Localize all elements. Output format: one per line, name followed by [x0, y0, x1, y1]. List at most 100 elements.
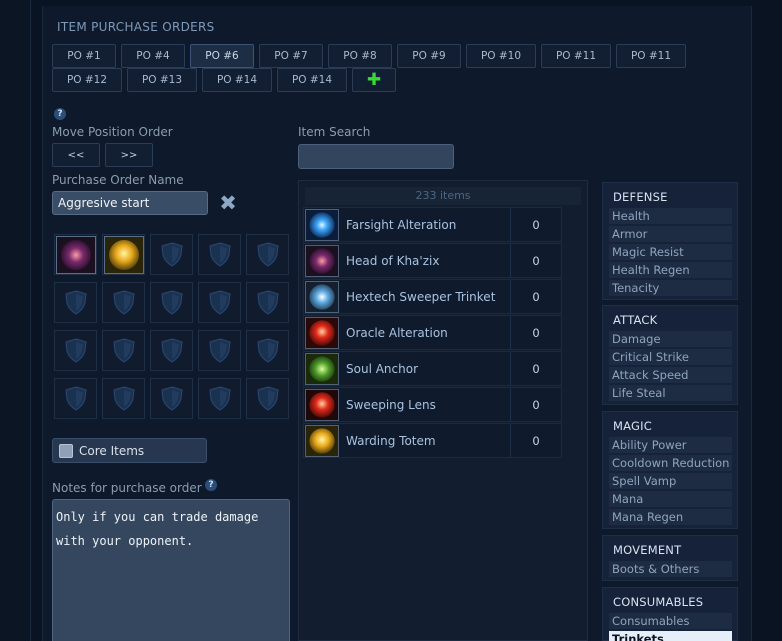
move-left-button[interactable]: <<	[52, 143, 100, 167]
item-quantity: 0	[532, 325, 540, 340]
empty-slot-shield-icon	[160, 338, 183, 363]
empty-slot-shield-icon	[256, 290, 279, 315]
item-row[interactable]: Farsight Alteration 0	[303, 207, 562, 242]
item-search-label: Item Search	[298, 125, 371, 139]
category-item[interactable]: Life Steal	[609, 385, 732, 401]
item-slot[interactable]	[246, 234, 289, 275]
item-name: Sweeping Lens	[339, 388, 511, 421]
empty-slot-shield-icon	[208, 386, 231, 411]
tab-po-11[interactable]: PO #11	[541, 44, 611, 68]
item-slot[interactable]	[246, 282, 289, 323]
item-slot[interactable]	[150, 282, 193, 323]
notes-textarea[interactable]: Only if you can trade damage with your o…	[52, 499, 290, 641]
item-slot[interactable]	[54, 330, 97, 371]
core-items-checkbox[interactable]	[59, 443, 73, 458]
empty-slot-shield-icon	[160, 386, 183, 411]
category-item[interactable]: Ability Power	[609, 437, 732, 453]
sweeping-lens-icon	[305, 388, 339, 421]
category-heading: CONSUMABLES	[613, 595, 704, 609]
item-slot[interactable]	[102, 378, 145, 419]
item-slot[interactable]	[102, 282, 145, 323]
warding-totem-icon	[305, 424, 339, 457]
category-item[interactable]: Damage	[609, 331, 732, 347]
po-name-input[interactable]: Aggresive start	[52, 191, 208, 215]
tab-po-1[interactable]: PO #1	[52, 44, 116, 68]
page-title: ITEM PURCHASE ORDERS	[57, 20, 215, 34]
item-name: Warding Totem	[339, 424, 511, 457]
category-item[interactable]: Tenacity	[609, 280, 732, 296]
item-slot[interactable]	[150, 330, 193, 371]
tab-po-13[interactable]: PO #13	[127, 68, 197, 92]
item-slot[interactable]	[246, 378, 289, 419]
warding-totem-icon	[103, 235, 144, 274]
tab-po-4[interactable]: PO #4	[121, 44, 185, 68]
category-item[interactable]: Mana	[609, 491, 732, 507]
category-item[interactable]: Magic Resist	[609, 244, 732, 260]
item-row[interactable]: Head of Kha'zix 0	[303, 243, 562, 278]
empty-slot-shield-icon	[112, 338, 135, 363]
item-slot[interactable]	[54, 234, 97, 275]
empty-slot-shield-icon	[112, 290, 135, 315]
khazix-head-icon	[305, 244, 339, 277]
category-item[interactable]: Cooldown Reduction	[609, 455, 732, 471]
khazix-head-icon	[55, 235, 96, 274]
empty-slot-shield-icon	[160, 290, 183, 315]
item-row[interactable]: Oracle Alteration 0	[303, 315, 562, 350]
item-slot[interactable]	[150, 234, 193, 275]
notes-label: Notes for purchase order	[52, 481, 202, 495]
item-name: Head of Kha'zix	[339, 244, 511, 277]
item-slot[interactable]	[102, 330, 145, 371]
category-item[interactable]: Trinkets	[609, 631, 732, 641]
tab-po-12[interactable]: PO #12	[52, 68, 122, 92]
tab-po-14b[interactable]: PO #14	[277, 68, 347, 92]
move-right-button[interactable]: >>	[105, 143, 153, 167]
item-name: Hextech Sweeper Trinket	[339, 280, 511, 313]
soul-anchor-icon	[305, 352, 339, 385]
category-item[interactable]: Health	[609, 208, 732, 224]
notes-help-icon[interactable]: ?	[205, 479, 217, 491]
category-item[interactable]: Spell Vamp	[609, 473, 732, 489]
add-po-button[interactable]: ✚	[352, 68, 396, 92]
item-row[interactable]: Sweeping Lens 0	[303, 387, 562, 422]
category-item[interactable]: Consumables	[609, 613, 732, 629]
item-quantity: 0	[532, 217, 540, 232]
help-icon[interactable]: ?	[54, 108, 66, 120]
results-count: 233 items	[305, 187, 581, 205]
category-heading: MAGIC	[613, 419, 652, 433]
move-order-label: Move Position Order	[52, 125, 173, 139]
category-heading: ATTACK	[613, 313, 658, 327]
tab-po-14[interactable]: PO #14	[202, 68, 272, 92]
empty-slot-shield-icon	[64, 338, 87, 363]
item-slot[interactable]	[198, 378, 241, 419]
tab-po-11b[interactable]: PO #11	[616, 44, 686, 68]
item-search-input[interactable]	[298, 144, 454, 169]
category-item[interactable]: Critical Strike	[609, 349, 732, 365]
item-slot[interactable]	[198, 282, 241, 323]
tab-po-7[interactable]: PO #7	[259, 44, 323, 68]
sweeper-icon	[305, 280, 339, 313]
item-slot[interactable]	[54, 282, 97, 323]
item-slot[interactable]	[246, 330, 289, 371]
category-item[interactable]: Attack Speed	[609, 367, 732, 383]
item-row[interactable]: Soul Anchor 0	[303, 351, 562, 386]
item-slot[interactable]	[102, 234, 145, 275]
item-row[interactable]: Warding Totem 0	[303, 423, 562, 458]
item-row[interactable]: Hextech Sweeper Trinket 0	[303, 279, 562, 314]
tab-po-8[interactable]: PO #8	[328, 44, 392, 68]
tab-po-9[interactable]: PO #9	[397, 44, 461, 68]
item-slot[interactable]	[150, 378, 193, 419]
item-slot[interactable]	[54, 378, 97, 419]
delete-po-icon[interactable]: ✖	[216, 192, 240, 216]
empty-slot-shield-icon	[256, 338, 279, 363]
tab-po-10[interactable]: PO #10	[466, 44, 536, 68]
item-name: Soul Anchor	[339, 352, 511, 385]
tab-po-6[interactable]: PO #6	[190, 44, 254, 68]
category-item[interactable]: Mana Regen	[609, 509, 732, 525]
category-heading: MOVEMENT	[613, 543, 682, 557]
category-item[interactable]: Armor	[609, 226, 732, 242]
item-slot[interactable]	[198, 330, 241, 371]
item-slot[interactable]	[198, 234, 241, 275]
category-item[interactable]: Boots & Others	[609, 561, 732, 577]
category-item[interactable]: Health Regen	[609, 262, 732, 278]
core-items-toggle[interactable]: Core Items	[52, 438, 207, 463]
